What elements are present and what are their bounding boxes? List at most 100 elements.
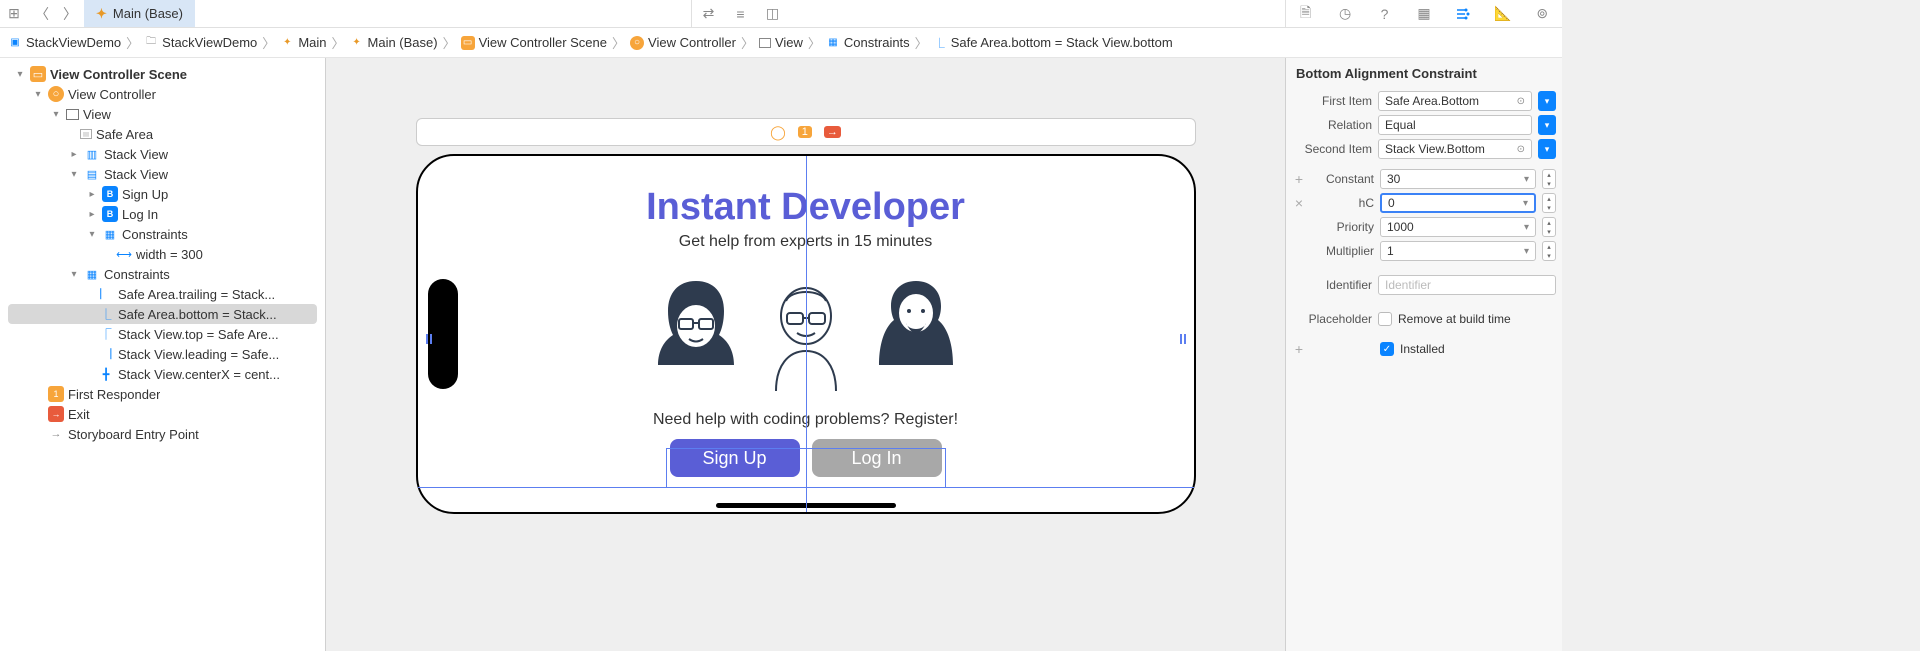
width-icon: ⟷ [116, 246, 132, 262]
second-item-field[interactable]: Stack View.Bottom⊙ [1378, 139, 1532, 159]
constant-label: Constant [1312, 172, 1374, 186]
dropdown-icon[interactable]: ▾ [1538, 91, 1556, 111]
installed-checkbox[interactable]: ✓ [1380, 342, 1394, 356]
relation-field[interactable]: Equal [1378, 115, 1532, 135]
outline-stack-2[interactable]: ▾▤Stack View [0, 164, 325, 184]
signup-button[interactable]: Sign Up [670, 439, 800, 477]
disclosure-icon[interactable]: ▾ [14, 69, 26, 80]
editor-tab[interactable]: ✦ Main (Base) [84, 0, 195, 27]
crumb-7[interactable]: ▦Constraints [826, 35, 910, 50]
outline-signup[interactable]: ▸BSign Up [0, 184, 325, 204]
stepper[interactable]: ▴▾ [1542, 193, 1556, 213]
outline-view[interactable]: ▾View [0, 104, 325, 124]
plus-icon[interactable]: + [1292, 171, 1306, 187]
first-item-field[interactable]: Safe Area.Bottom⊙ [1378, 91, 1532, 111]
disclosure-icon[interactable]: ▸ [86, 209, 98, 220]
crumb-0[interactable]: ▣StackViewDemo [8, 35, 121, 50]
outline-c1[interactable]: ⎸Safe Area.trailing = Stack... [0, 284, 325, 304]
storyboard-icon: ✦ [96, 6, 107, 22]
placeholder-checkbox[interactable] [1378, 312, 1392, 326]
disclosure-icon[interactable]: ▾ [68, 169, 80, 180]
multiplier-field[interactable]: 1▾ [1380, 241, 1536, 261]
canvas[interactable]: → ◯ 1 → Instant Developer Get help from … [326, 58, 1285, 651]
stepper[interactable]: ▴▾ [1542, 241, 1556, 261]
outline-safe-area[interactable]: Safe Area [0, 124, 325, 144]
close-icon[interactable]: × [1292, 195, 1306, 211]
outline-c2-selected[interactable]: ⎿Safe Area.bottom = Stack... [8, 304, 317, 324]
file-inspector-icon[interactable]: 🗎 [1290, 0, 1322, 28]
outline-c4[interactable]: ⎹Stack View.leading = Safe... [0, 344, 325, 364]
multiplier-row: Multiplier 1▾ ▴▾ [1286, 239, 1562, 263]
dropdown-icon[interactable]: ▾ [1538, 139, 1556, 159]
stepper[interactable]: ▴▾ [1542, 169, 1556, 189]
tab-title: Main (Base) [113, 6, 183, 21]
sidebar-right-icon[interactable]: ◫ [756, 0, 788, 28]
trailing-icon: ⎸ [98, 286, 114, 302]
login-button[interactable]: Log In [812, 439, 942, 477]
outline-outer-constraints[interactable]: ▾▦Constraints [0, 264, 325, 284]
back-icon[interactable]: 〈 [28, 0, 56, 28]
disclosure-icon[interactable]: ▾ [50, 109, 62, 120]
history-inspector-icon[interactable]: ◷ [1329, 0, 1361, 28]
constant-field[interactable]: 30▾ [1380, 169, 1536, 189]
disclosure-icon[interactable]: ▸ [68, 149, 80, 160]
outline-exit[interactable]: →Exit [0, 404, 325, 424]
circle-dropdown-icon[interactable]: ⊙ [1517, 144, 1525, 155]
breadcrumb: ▣StackViewDemo 〉 🗀StackViewDemo 〉 ✦Main … [0, 28, 1562, 58]
scene-header[interactable]: ◯ 1 → [416, 118, 1196, 146]
crumb-8[interactable]: ⎿Safe Area.bottom = Stack View.bottom [933, 35, 1173, 50]
outline-stack-1[interactable]: ▸▥Stack View [0, 144, 325, 164]
adjust-editor-icon[interactable]: ≡ [724, 0, 756, 28]
identifier-label: Identifier [1292, 278, 1372, 292]
hc-field[interactable]: 0▾ [1380, 193, 1536, 213]
outline-c3[interactable]: ⎾Stack View.top = Safe Are... [0, 324, 325, 344]
disclosure-icon[interactable]: ▾ [86, 229, 98, 240]
inspector-tabs: 🗎 ◷ ? ▦ 📐 ⊚ [1285, 0, 1562, 27]
exit-icon: → [48, 406, 64, 422]
device-canvas[interactable]: Instant Developer Get help from experts … [416, 154, 1196, 514]
outline-first-responder[interactable]: 1First Responder [0, 384, 325, 404]
trailing-constraint-tick [1180, 334, 1186, 344]
forward-icon[interactable]: 〉 [56, 0, 84, 28]
plus-icon[interactable]: + [1292, 341, 1306, 357]
outline-width-constraint[interactable]: ⟷width = 300 [0, 244, 325, 264]
identity-inspector-icon[interactable]: ▦ [1408, 0, 1440, 28]
outline-login[interactable]: ▸BLog In [0, 204, 325, 224]
chevron-down-icon[interactable]: ▾ [1524, 246, 1529, 257]
chevron-down-icon[interactable]: ▾ [1524, 222, 1529, 233]
size-inspector-icon[interactable]: 📐 [1487, 0, 1519, 28]
document-outline[interactable]: ▾▭View Controller Scene ▾○View Controlle… [0, 58, 326, 651]
disclosure-icon[interactable]: ▸ [86, 189, 98, 200]
help-inspector-icon[interactable]: ? [1369, 0, 1401, 28]
top-toolbar: ⊞ 〈 〉 ✦ Main (Base) ⇄ ≡ ◫ 🗎 ◷ ? ▦ 📐 ⊚ [0, 0, 1562, 28]
related-items-icon[interactable]: ⊞ [0, 0, 28, 28]
attributes-inspector-icon[interactable] [1447, 0, 1479, 28]
stepper[interactable]: ▴▾ [1542, 217, 1556, 237]
disclosure-icon[interactable]: ▾ [32, 89, 44, 100]
view-icon [66, 109, 79, 120]
chevron-down-icon[interactable]: ▾ [1524, 174, 1529, 185]
app-icon: ▣ [8, 36, 22, 50]
priority-field[interactable]: 1000▾ [1380, 217, 1536, 237]
outline-inner-constraints[interactable]: ▾▦Constraints [0, 224, 325, 244]
button-icon: B [102, 186, 118, 202]
crumb-6[interactable]: View [759, 35, 803, 50]
crumb-4[interactable]: ▭View Controller Scene [461, 35, 607, 50]
outline-vc[interactable]: ▾○View Controller [0, 84, 325, 104]
outline-scene[interactable]: ▾▭View Controller Scene [0, 64, 325, 84]
hc-row: × hC 0▾ ▴▾ [1286, 191, 1562, 215]
connections-inspector-icon[interactable]: ⊚ [1526, 0, 1558, 28]
folder-icon: 🗀 [144, 36, 158, 50]
dropdown-icon[interactable]: ▾ [1538, 115, 1556, 135]
disclosure-icon[interactable]: ▾ [68, 269, 80, 280]
circle-dropdown-icon[interactable]: ⊙ [1517, 96, 1525, 107]
identifier-field[interactable]: Identifier [1378, 275, 1556, 295]
outline-entry[interactable]: →Storyboard Entry Point [0, 424, 325, 444]
crumb-3[interactable]: ✦Main (Base) [350, 35, 438, 50]
refresh-icon[interactable]: ⇄ [692, 0, 724, 28]
chevron-down-icon[interactable]: ▾ [1523, 198, 1528, 209]
crumb-2[interactable]: ✦Main [280, 35, 326, 50]
crumb-5[interactable]: ○View Controller [630, 35, 736, 50]
outline-c5[interactable]: ╋Stack View.centerX = cent... [0, 364, 325, 384]
crumb-1[interactable]: 🗀StackViewDemo [144, 35, 257, 50]
